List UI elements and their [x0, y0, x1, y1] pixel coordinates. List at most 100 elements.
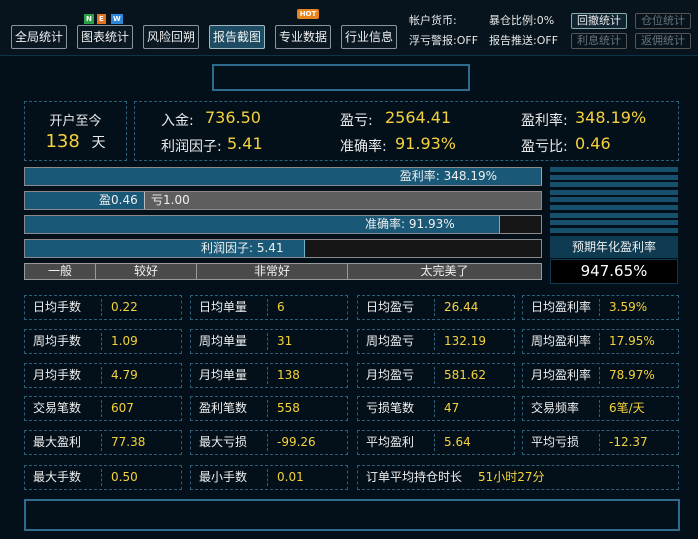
profit-label: 盈亏:	[340, 113, 373, 129]
meter-stripe	[550, 212, 678, 218]
rating-good: 较好	[95, 263, 197, 280]
stat-label: 交易笔数	[33, 401, 82, 415]
stat-cell: 周均手数 1.09	[24, 329, 182, 354]
tab-chart-stats[interactable]: 图表统计	[77, 25, 133, 49]
stat-value: 6	[277, 300, 285, 314]
pl-ratio-value: 0.46	[575, 134, 611, 153]
stat-divider	[434, 299, 435, 316]
stat-value: -99.26	[277, 435, 316, 449]
stat-divider	[267, 400, 268, 417]
avg-hold-time-value: 51小时27分	[478, 470, 545, 484]
stat-divider	[599, 333, 600, 350]
stat-divider	[434, 367, 435, 384]
days-unit: 天	[91, 135, 106, 151]
tab-industry-info[interactable]: 行业信息	[341, 25, 397, 49]
stat-value: 3.59%	[609, 300, 648, 314]
stat-label: 最大亏损	[199, 435, 248, 449]
report-push: 报告推送:OFF	[489, 34, 559, 47]
since-open-panel: 开户至今 138 天	[24, 101, 127, 161]
stat-divider	[434, 333, 435, 350]
meter-stripe	[550, 174, 678, 180]
tab-global-stats[interactable]: 全局统计	[11, 25, 67, 49]
stat-label: 周均手数	[33, 334, 82, 348]
profit-rate-bar-text: 盈利率: 348.19%	[399, 169, 497, 183]
stat-cell: 月均手数 4.79	[24, 363, 182, 388]
stat-value: 0.22	[111, 300, 138, 314]
stat-label: 日均盈利率	[531, 300, 592, 314]
tab-pro-data[interactable]: 专业数据	[275, 25, 331, 49]
annualized-label: 预期年化盈利率	[550, 236, 678, 258]
stat-cell: 日均单量 6	[190, 295, 348, 320]
profit-factor-label: 利润因子:	[161, 139, 222, 155]
avg-hold-time-cell: 订单平均持仓时长 51小时27分	[357, 465, 679, 490]
new-badge: N E W	[84, 14, 126, 24]
annualized-meter	[550, 167, 678, 235]
stat-cell: 日均手数 0.22	[24, 295, 182, 320]
tab-report-screenshot[interactable]: 报告截图	[209, 25, 265, 49]
stat-divider	[101, 367, 102, 384]
avg-hold-time-label: 订单平均持仓时长	[366, 470, 463, 484]
stat-value: 0.01	[277, 470, 304, 484]
meter-stripe	[550, 220, 678, 226]
profit-bar-text: 盈0.46	[99, 193, 138, 207]
margin-ratio: 暴仓比例:0%	[489, 14, 555, 27]
stat-cell: 周均单量 31	[190, 329, 348, 354]
profit-rate-label: 盈利率:	[521, 113, 568, 129]
stat-label: 交易频率	[531, 401, 580, 415]
stat-label: 月均盈亏	[366, 368, 415, 382]
stat-divider	[599, 400, 600, 417]
stat-divider	[267, 299, 268, 316]
stat-divider	[267, 434, 268, 451]
stat-value: 26.44	[444, 300, 479, 314]
days-value: 138	[45, 131, 80, 152]
stat-label: 平均亏损	[531, 435, 580, 449]
stat-label: 日均手数	[33, 300, 82, 314]
rebate-stats-button[interactable]: 返佣统计	[635, 33, 691, 49]
interest-stats-button[interactable]: 利息统计	[571, 33, 627, 49]
rating-very-good: 非常好	[196, 263, 348, 280]
stat-label: 周均盈亏	[366, 334, 415, 348]
stat-divider	[101, 434, 102, 451]
profit-value: 2564.41	[385, 108, 452, 127]
annualized-value: 947.65%	[550, 259, 678, 284]
stat-cell: 月均单量 138	[190, 363, 348, 388]
stat-cell: 周均盈亏 132.19	[357, 329, 515, 354]
stat-cell: 月均盈亏 581.62	[357, 363, 515, 388]
profit-rate-bar: 盈利率: 348.19%	[24, 167, 542, 186]
drawdown-stats-button[interactable]: 回撤统计	[571, 13, 627, 29]
loss-bar-text: 亏1.00	[151, 193, 190, 207]
pl-ratio-label: 盈亏比:	[521, 139, 568, 155]
stat-label: 最大手数	[33, 470, 82, 484]
stat-cell: 日均盈利率 3.59%	[522, 295, 679, 320]
hot-badge: HOT	[297, 9, 319, 19]
meter-stripe	[550, 197, 678, 203]
accuracy-bar-text: 准确率: 91.93%	[365, 217, 455, 231]
stat-value: 77.38	[111, 435, 146, 449]
profit-factor-bar-text: 利润因子: 5.41	[201, 241, 284, 255]
meter-stripe	[550, 182, 678, 188]
stat-label: 平均盈利	[366, 435, 415, 449]
stat-cell: 平均亏损 -12.37	[522, 430, 679, 455]
rating-perfect: 太完美了	[347, 263, 542, 280]
position-stats-button[interactable]: 仓位统计	[635, 13, 691, 29]
meter-stripe	[550, 189, 678, 195]
stat-value: 607	[111, 401, 134, 415]
stat-cell: 日均盈亏 26.44	[357, 295, 515, 320]
stat-value: 4.79	[111, 368, 138, 382]
stat-divider	[267, 333, 268, 350]
accuracy-bar: 准确率: 91.93%	[24, 215, 542, 234]
stat-cell: 月均盈利率 78.97%	[522, 363, 679, 388]
stat-value: 558	[277, 401, 300, 415]
stat-divider	[101, 299, 102, 316]
new-badge-w: W	[111, 14, 123, 24]
stat-value: 17.95%	[609, 334, 655, 348]
stat-cell: 平均盈利 5.64	[357, 430, 515, 455]
stat-label: 月均单量	[199, 368, 248, 382]
stat-divider	[434, 400, 435, 417]
accuracy-label: 准确率:	[340, 139, 387, 155]
summary-panel: 入金: 736.50 盈亏: 2564.41 盈利率: 348.19% 利润因子…	[134, 101, 679, 161]
stat-value: 6笔/天	[609, 401, 645, 415]
tab-risk-review[interactable]: 风险回朔	[143, 25, 199, 49]
stat-label: 最小手数	[199, 470, 248, 484]
new-badge-n: N	[84, 14, 94, 24]
